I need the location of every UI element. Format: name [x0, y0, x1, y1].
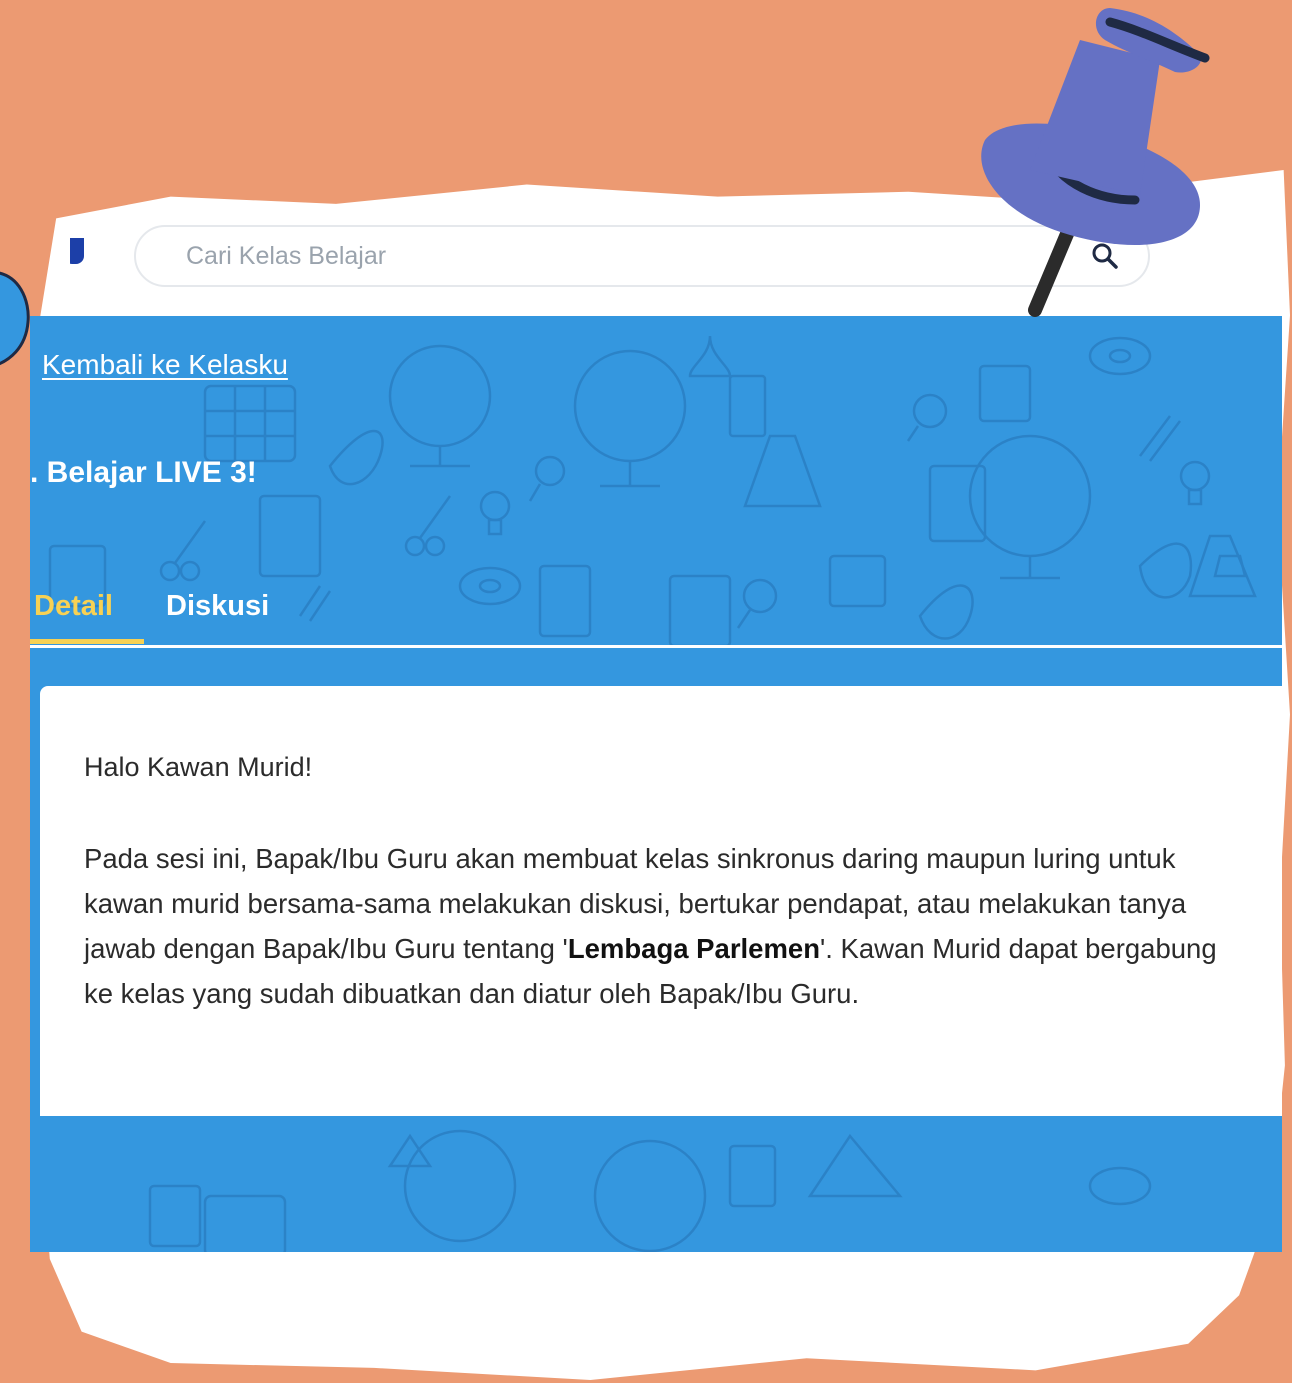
back-to-my-classes-link[interactable]: Kembali ke Kelasku — [42, 349, 288, 381]
class-detail-panel: Halo Kawan Murid! Pada sesi ini, Bapak/I… — [40, 686, 1282, 1116]
class-title: . Belajar LIVE 3! — [30, 456, 257, 489]
tab-detail[interactable]: Detail — [34, 590, 113, 623]
decorative-blob — [0, 271, 30, 366]
tab-discussion[interactable]: Diskusi — [166, 590, 269, 623]
topic-name: Lembaga Parlemen — [567, 933, 820, 964]
active-tab-indicator — [30, 639, 144, 644]
description-paragraph: Pada sesi ini, Bapak/Ibu Guru akan membu… — [84, 836, 1234, 1016]
tab-bar: Detail Diskusi — [30, 580, 1282, 648]
greeting-text: Halo Kawan Murid! — [84, 752, 313, 782]
search-placeholder: Cari Kelas Belajar — [186, 241, 387, 270]
push-pin-icon — [981, 8, 1210, 317]
